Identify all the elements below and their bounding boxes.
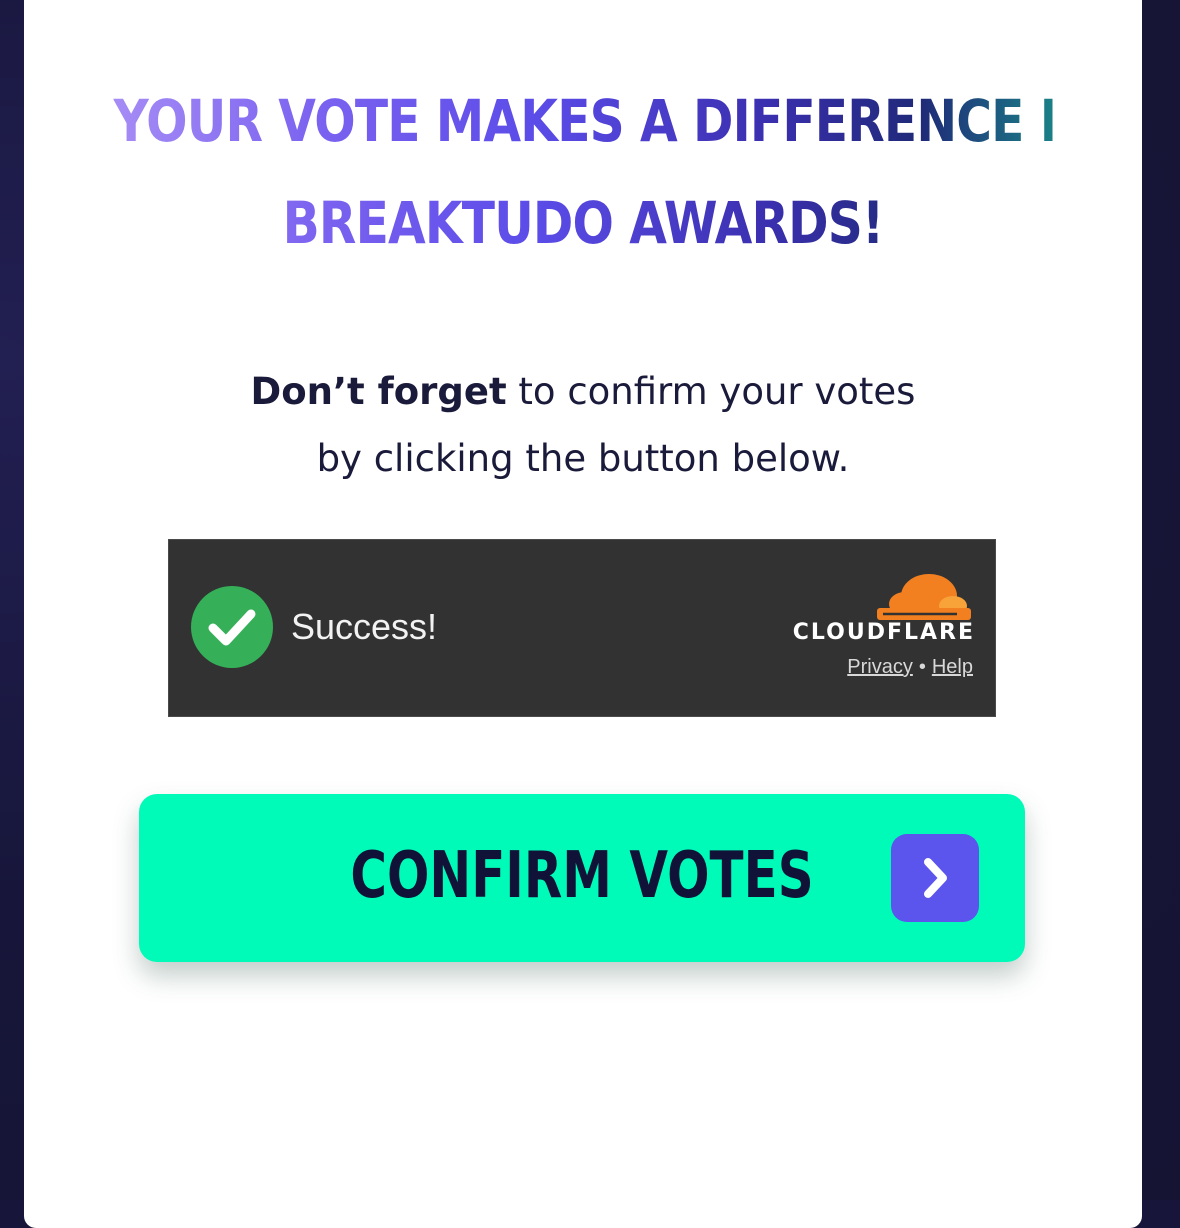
help-link[interactable]: Help [932, 656, 973, 678]
instruction-line-1-rest: to confirm your votes [506, 370, 916, 413]
check-circle-icon [191, 586, 273, 668]
cloudflare-logo-icon [877, 574, 971, 620]
page-title: YOUR VOTE MAKES A DIFFERENCE IN THE BREA… [113, 70, 1180, 274]
confirm-votes-label: CONFIRM VOTES [350, 839, 814, 913]
cloudflare-brand-text: CLOUDFLARE [792, 620, 975, 645]
chevron-right-icon [891, 834, 979, 922]
headline-line-2: BREAKTUDO AWARDS! [113, 172, 1052, 274]
privacy-link[interactable]: Privacy [847, 656, 913, 678]
instruction-line-2: by clicking the button below. [316, 437, 850, 480]
link-separator: • [918, 656, 926, 678]
confirm-votes-button[interactable]: CONFIRM VOTES [139, 794, 1025, 962]
vote-confirm-modal: YOUR VOTE MAKES A DIFFERENCE IN THE BREA… [24, 0, 1180, 1228]
instruction-emphasis: Don’t forget [250, 370, 507, 413]
headline-line-1: YOUR VOTE MAKES A DIFFERENCE IN THE [113, 70, 1180, 172]
instruction-text: Don’t forget to confirm your votes by cl… [24, 358, 1142, 492]
turnstile-links: Privacy • Help [847, 656, 973, 679]
instruction-line-1: Don’t forget to confirm your votes [24, 358, 1142, 425]
verification-status: Success! [291, 606, 438, 647]
cloudflare-turnstile-widget[interactable]: Success! CLOUDFLARE Privacy • Help [168, 539, 996, 717]
